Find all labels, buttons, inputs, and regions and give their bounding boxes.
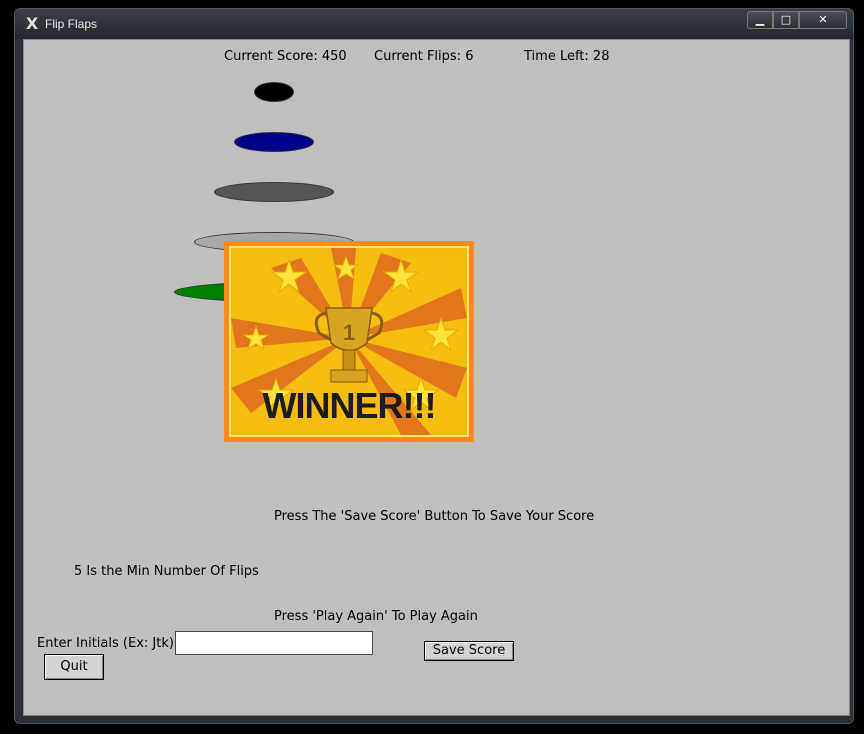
minimize-button[interactable]: ▁ xyxy=(747,11,773,29)
pancake-disk-1[interactable] xyxy=(254,82,294,102)
window-title: Flip Flaps xyxy=(45,17,98,31)
winner-banner: 1 WINNER!!! xyxy=(224,241,474,442)
trophy-number: 1 xyxy=(343,320,355,345)
pancake-disk-3[interactable] xyxy=(214,182,334,202)
min-flips-message: 5 Is the Min Number Of Flips xyxy=(74,564,259,579)
quit-button[interactable]: Quit xyxy=(44,654,104,680)
window-controls: ▁ □ ✕ xyxy=(747,11,847,31)
initials-input[interactable] xyxy=(175,631,373,655)
maximize-button[interactable]: □ xyxy=(773,11,799,29)
close-button[interactable]: ✕ xyxy=(799,11,847,29)
winner-text: WINNER!!! xyxy=(262,385,437,426)
play-again-prompt: Press 'Play Again' To Play Again xyxy=(274,609,478,624)
save-score-prompt: Press The 'Save Score' Button To Save Yo… xyxy=(274,509,595,524)
close-icon: ✕ xyxy=(818,13,828,26)
pancake-disk-2[interactable] xyxy=(234,132,314,152)
app-window: X Flip Flaps ▁ □ ✕ Current Score: 450 Cu… xyxy=(14,8,854,724)
initials-label: Enter Initials (Ex: Jtk) xyxy=(37,636,174,651)
minimize-icon: ▁ xyxy=(755,13,765,26)
current-score: Current Score: 450 xyxy=(224,49,347,64)
title-bar[interactable]: X Flip Flaps ▁ □ ✕ xyxy=(15,9,853,39)
game-canvas: Current Score: 450 Current Flips: 6 Time… xyxy=(23,39,850,716)
time-left: Time Left: 28 xyxy=(524,49,610,64)
save-score-button[interactable]: Save Score xyxy=(424,641,514,661)
maximize-icon: □ xyxy=(780,13,792,26)
x-app-icon: X xyxy=(25,14,39,33)
current-flips: Current Flips: 6 xyxy=(374,49,474,64)
